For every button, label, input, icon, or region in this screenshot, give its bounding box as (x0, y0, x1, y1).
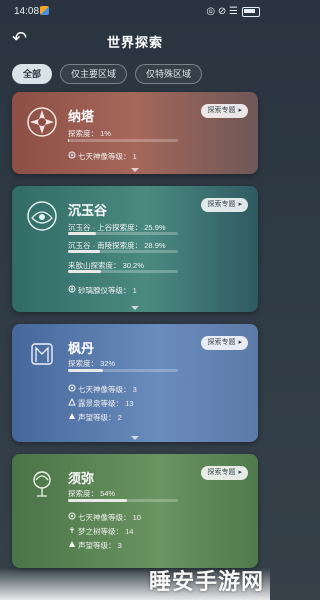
stat-row: 七天神像等级： 10 (78, 512, 141, 523)
special-topic-button[interactable]: 探索专题 ▸ (201, 198, 248, 212)
exploration-value: 54% (100, 489, 116, 498)
fontaine-emblem-icon (31, 343, 53, 365)
stat-row: 露景泉等级： 13 (78, 398, 133, 409)
stat-label: 露景泉等级： (78, 399, 123, 408)
stat-row: 七天神像等级： 3 (78, 384, 137, 395)
progress-fill (68, 232, 97, 235)
stat-value: 3 (132, 385, 137, 394)
progress-fill (68, 270, 102, 273)
arrow-right-icon: ▸ (238, 469, 242, 476)
progress-fill (68, 369, 104, 372)
exploration-progress (68, 270, 178, 273)
statue-icon (68, 151, 76, 159)
progress-fill (68, 499, 128, 502)
expand-handle-icon[interactable] (131, 436, 139, 440)
special-topic-button[interactable]: 探索专题 ▸ (201, 104, 248, 118)
arrow-right-icon: ▸ (238, 201, 242, 208)
expand-handle-icon[interactable] (131, 306, 139, 310)
special-topic-button[interactable]: 探索专题 ▸ (201, 466, 248, 480)
region-card-fontaine[interactable]: 枫丹 探索专题▸ 探索度： 32% 七天神像等级： 3 露景泉等级： 13 声 (12, 324, 258, 442)
region-name: 纳塔 (68, 109, 95, 124)
stat-label: 砂璃腺仪等级： (78, 286, 131, 295)
region-name: 枫丹 (68, 341, 95, 356)
stat-value: 3 (117, 541, 122, 550)
dream-tree-icon (69, 527, 75, 533)
stat-label: 七天神像等级： (78, 152, 131, 161)
exploration-label: 探索度： (68, 129, 98, 138)
exploration-label: 沉玉谷 · 上谷探索度： (68, 223, 143, 232)
exploration-row: 探索度： 1% (68, 128, 111, 139)
status-bar: 14:08 ◎ ⊘ ☰ (0, 0, 270, 22)
filter-bar: 全部 仅主要区域 仅特殊区域 (12, 64, 203, 84)
progress-fill (68, 139, 70, 142)
header: ↶ 世界探索 (0, 24, 270, 54)
chenyu-vale-emblem-icon (27, 201, 57, 231)
exploration-row: 探索度： 54% (68, 488, 115, 499)
exploration-progress (68, 369, 178, 372)
sumeru-emblem-icon (33, 471, 51, 497)
exploration-value: 28.9% (144, 241, 166, 250)
stat-label: 七天神像等级： (78, 385, 131, 394)
expand-handle-icon[interactable] (131, 168, 139, 172)
region-card-natlan[interactable]: 纳塔 探索专题 ▸ 探索度： 1% 七天神像等级： 1 (12, 92, 258, 174)
arrow-right-icon: ▸ (238, 107, 242, 114)
status-time: 14:08 (14, 6, 40, 17)
exploration-value: 32% (100, 359, 116, 368)
arrow-right-icon: ▸ (238, 339, 242, 346)
statue-icon (68, 512, 76, 520)
stat-label: 声望等级： (78, 413, 116, 422)
stat-row: 七天神像等级： 1 (78, 151, 137, 162)
region-name: 须弥 (68, 471, 95, 486)
status-icons: ◎ ⊘ ☰ (206, 6, 260, 17)
region-card-sumeru[interactable]: 须弥 探索专题▸ 探索度： 54% 七天神像等级： 10 梦之树等级： 14 (12, 454, 258, 568)
filter-all[interactable]: 全部 (12, 64, 53, 84)
filter-special-regions[interactable]: 仅特殊区域 (135, 64, 203, 84)
battery-icon (242, 6, 260, 17)
exploration-label: 探索度： (68, 489, 98, 498)
special-topic-button[interactable]: 探索专题 ▸ (201, 336, 248, 350)
exploration-progress (68, 499, 178, 502)
stat-row: 梦之树等级： 14 (78, 526, 133, 537)
stat-value: 10 (132, 513, 141, 522)
progress-fill (68, 250, 100, 253)
stat-row: 砂璃腺仪等级： 1 (78, 285, 137, 296)
mountain-icon (68, 398, 76, 406)
reputation-icon (69, 413, 75, 419)
exploration-label: 来歆山探索度： (68, 261, 121, 270)
status-indicators: ◎ ⊘ ☰ (206, 6, 238, 17)
exploration-value: 1% (100, 129, 111, 138)
statue-icon (68, 384, 76, 392)
exploration-row: 探索度： 32% (68, 358, 115, 369)
stat-value: 1 (132, 152, 137, 161)
notification-icon (40, 6, 49, 15)
special-topic-label: 探索专题 (207, 107, 236, 114)
stat-label: 七天神像等级： (78, 513, 131, 522)
region-card-chenyu-vale[interactable]: 沉玉谷 探索专题 ▸ 沉玉谷 · 上谷探索度： 25.9% 沉玉谷 · 南陵探索度… (12, 186, 258, 312)
watermark: 睡安手游网 (148, 569, 264, 594)
stat-row: 声望等级： 3 (78, 540, 122, 551)
exploration-progress (68, 232, 178, 235)
exploration-label: 探索度： (68, 359, 98, 368)
stat-value: 13 (125, 399, 134, 408)
stat-value: 14 (125, 527, 134, 536)
stat-row: 声望等级： 2 (78, 412, 122, 423)
natlan-emblem-icon (27, 107, 57, 137)
reputation-icon (69, 541, 75, 547)
special-topic-label: 探索专题 (207, 469, 236, 476)
exploration-value: 25.9% (144, 223, 166, 232)
exploration-value: 30.2% (122, 261, 144, 270)
special-topic-label: 探索专题 (207, 201, 236, 208)
stat-value: 2 (117, 413, 122, 422)
stat-label: 梦之树等级： (78, 527, 123, 536)
tree-icon (68, 285, 76, 293)
page-title: 世界探索 (106, 35, 163, 50)
filter-main-regions[interactable]: 仅主要区域 (60, 64, 128, 84)
region-name: 沉玉谷 (68, 203, 108, 218)
exploration-progress (68, 250, 178, 253)
stat-value: 1 (132, 286, 137, 295)
exploration-label: 沉玉谷 · 南陵探索度： (68, 241, 143, 250)
stat-label: 声望等级： (78, 541, 116, 550)
special-topic-label: 探索专题 (207, 339, 236, 346)
exploration-progress (68, 139, 178, 142)
